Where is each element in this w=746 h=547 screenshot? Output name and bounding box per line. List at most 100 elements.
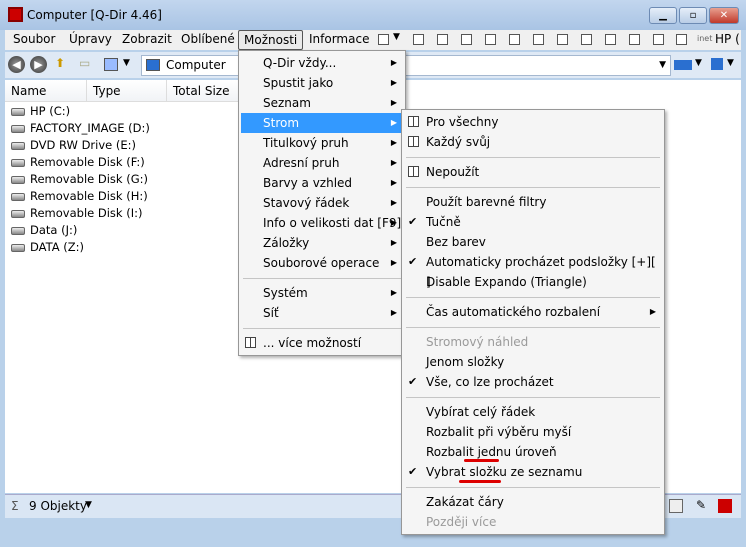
layout-icon[interactable] <box>437 34 448 45</box>
view-icon[interactable] <box>104 58 118 71</box>
menu-informace[interactable]: Informace <box>304 30 374 50</box>
monitor-icon[interactable] <box>674 60 692 70</box>
drive-name: FACTORY_IMAGE (D:) <box>30 121 150 135</box>
drive-row[interactable]: DATA (Z:) <box>11 239 84 256</box>
menu-item-jenom-sloz-ky[interactable]: Jenom složky <box>404 352 662 372</box>
menu-item-c-as-automaticke-ho-rozbaleni[interactable]: Čas automatického rozbalení ▶ <box>404 302 662 322</box>
menu-item-vybrat-sloz-ku-ze-seznamu[interactable]: ✔ Vybrat složku ze seznamu <box>404 462 662 482</box>
menu-item-strom[interactable]: Strom ▶ <box>241 113 403 133</box>
drive-label[interactable]: HP ( <box>715 32 740 46</box>
drive-name: DVD RW Drive (E:) <box>30 138 137 152</box>
layout-icon[interactable] <box>413 34 424 45</box>
layout-icon[interactable] <box>581 34 592 45</box>
drive-icon <box>11 107 25 116</box>
up-folder-icon[interactable]: ⬆ <box>55 56 65 70</box>
drive-row[interactable]: HP (C:) <box>11 103 70 120</box>
menu-item-label: Vše, co lze procházet <box>426 375 554 389</box>
menu-item-adresni-pruh[interactable]: Adresní pruh ▶ <box>241 153 403 173</box>
menu-item-vi-ce-moz-nosti[interactable]: ... více možností <box>241 333 403 353</box>
menu-item-stavovy-r-a-dek[interactable]: Stavový řádek ▶ <box>241 193 403 213</box>
column-name[interactable]: Name <box>5 80 87 102</box>
menu-item-seznam[interactable]: Seznam ▶ <box>241 93 403 113</box>
new-folder-icon[interactable]: ▭ <box>79 56 90 70</box>
menu-item-titulkovy-pruh[interactable]: Titulkový pruh ▶ <box>241 133 403 153</box>
maximize-button[interactable]: ▫ <box>679 7 707 24</box>
submenu-arrow-icon: ▶ <box>390 138 397 147</box>
address-bar[interactable]: Computer ▼ <box>141 55 671 76</box>
menu-item-kaz-dy-svu-j[interactable]: Každý svůj <box>404 132 662 152</box>
menu-item-zaka-zat-c-a-ry[interactable]: Zakázat čáry <box>404 492 662 512</box>
menu-item-si-t[interactable]: Síť ▶ <box>241 303 403 323</box>
chevron-down-icon[interactable]: ▼ <box>659 56 666 75</box>
menu-upravy[interactable]: Úpravy <box>64 30 117 50</box>
menu-item-label: Souborové operace <box>263 256 380 270</box>
check-icon: ✔ <box>408 255 418 268</box>
drive-row[interactable]: DVD RW Drive (E:) <box>11 137 136 154</box>
layout-icon[interactable] <box>605 34 616 45</box>
menu-moznosti[interactable]: Možnosti <box>238 30 304 50</box>
drive-row[interactable]: FACTORY_IMAGE (D:) <box>11 120 150 137</box>
menu-item-vybi-rat-cely-r-a-dek[interactable]: Vybírat celý řádek <box>404 402 662 422</box>
close-button[interactable]: ✕ <box>709 7 739 24</box>
chevron-down-icon[interactable]: ▼ <box>393 32 400 42</box>
object-count[interactable]: 9 Objekty <box>29 499 87 513</box>
menu-item-disable-expando-triangle[interactable]: Disable Expando (Triangle) <box>404 272 662 292</box>
menu-item-pro-vs-echny[interactable]: Pro všechny <box>404 112 662 132</box>
menu-item-label: Nepoužít <box>426 165 480 179</box>
grid-icon <box>245 337 256 348</box>
menu-item-za-loz-ky[interactable]: Záložky ▶ <box>241 233 403 253</box>
layout-icon[interactable] <box>485 34 496 45</box>
column-total-size[interactable]: Total Size <box>167 80 247 102</box>
drive-row[interactable]: Removable Disk (G:) <box>11 171 148 188</box>
menu-item-tuc-ne[interactable]: ✔ Tučně <box>404 212 662 232</box>
inet-icon[interactable]: inet <box>697 34 712 43</box>
menu-bar: Soubor Úpravy Zobrazit Oblíbené Možnosti… <box>5 30 741 50</box>
app-red-icon[interactable] <box>718 499 732 513</box>
back-icon[interactable]: ◀ <box>8 56 25 73</box>
menu-item-info-o-velikosti-dat-f9[interactable]: Info o velikosti dat [F9] ▶ <box>241 213 403 233</box>
menu-item-label: Info o velikosti dat [F9] <box>263 216 402 230</box>
submenu-arrow-icon: ▶ <box>390 288 397 297</box>
menu-item-pouz-i-t-barevne-filtry[interactable]: Použít barevné filtry <box>404 192 662 212</box>
drive-row[interactable]: Removable Disk (I:) <box>11 205 142 222</box>
menu-item-rozbalit-pr-i-vy-be-ru-mys-i[interactable]: Rozbalit při výběru myší <box>404 422 662 442</box>
chevron-down-icon[interactable]: ▼ <box>123 58 130 68</box>
layout-icon[interactable] <box>653 34 664 45</box>
menu-oblibene[interactable]: Oblíbené <box>176 30 240 50</box>
column-type[interactable]: Type <box>87 80 167 102</box>
menu-item-automaticky-procha-zet-podsloz-ky[interactable]: ✔ Automaticky procházet podsložky [+][ ] <box>404 252 662 289</box>
menu-item-bez-barev[interactable]: Bez barev <box>404 232 662 252</box>
menu-item-syste-m[interactable]: Systém ▶ <box>241 283 403 303</box>
menu-item-label: Záložky <box>263 236 310 250</box>
menu-item-label: Síť <box>263 306 279 320</box>
layout-icon[interactable] <box>629 34 640 45</box>
menu-zobrazit[interactable]: Zobrazit <box>117 30 177 50</box>
pencil-icon[interactable]: ✎ <box>696 498 706 512</box>
clipboard-icon[interactable] <box>669 499 683 513</box>
menu-item-vs-e-co-lze-procha-zet[interactable]: ✔ Vše, co lze procházet <box>404 372 662 392</box>
layout-icon[interactable] <box>676 34 687 45</box>
chevron-down-icon[interactable]: ▼ <box>85 500 92 510</box>
layout-icon[interactable] <box>461 34 472 45</box>
menu-item-label: Spustit jako <box>263 76 334 90</box>
menu-item-barvy-a-vzhled[interactable]: Barvy a vzhled ▶ <box>241 173 403 193</box>
menu-item-rozbalit-jednu-u-roven[interactable]: Rozbalit jednu úroveň <box>404 442 662 462</box>
menu-item-q-dir-vz-dy[interactable]: Q-Dir vždy... ▶ <box>241 53 403 73</box>
menu-item-label: Strom <box>263 116 300 130</box>
forward-icon[interactable]: ▶ <box>30 56 47 73</box>
layout-icon[interactable] <box>509 34 520 45</box>
menu-item-spustit-jako[interactable]: Spustit jako ▶ <box>241 73 403 93</box>
chevron-down-icon[interactable]: ▼ <box>727 58 734 68</box>
menu-item-souborove-operace[interactable]: Souborové operace ▶ <box>241 253 403 273</box>
drive-row[interactable]: Removable Disk (F:) <box>11 154 145 171</box>
minimize-button[interactable]: ▁ <box>649 7 677 24</box>
drive-row[interactable]: Data (J:) <box>11 222 77 239</box>
network-icon[interactable] <box>711 58 723 70</box>
drive-row[interactable]: Removable Disk (H:) <box>11 188 148 205</box>
menu-item-nepouz-i-t[interactable]: Nepoužít <box>404 162 662 182</box>
chevron-down-icon[interactable]: ▼ <box>695 58 702 68</box>
menu-soubor[interactable]: Soubor <box>8 30 60 50</box>
layout-icon[interactable] <box>533 34 544 45</box>
layout-icon[interactable] <box>378 34 389 45</box>
layout-icon[interactable] <box>557 34 568 45</box>
